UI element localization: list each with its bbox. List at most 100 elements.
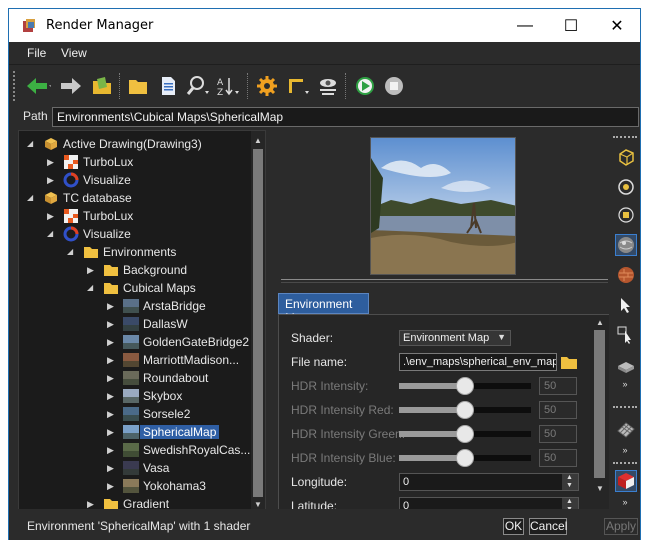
brick-sphere-icon[interactable] xyxy=(615,264,637,286)
expand-arrow-icon[interactable]: ▶ xyxy=(107,390,117,402)
hdr-red-slider[interactable] xyxy=(399,401,531,419)
collapse-arrow-icon[interactable]: ◢ xyxy=(47,228,57,240)
longitude-input[interactable]: 0 ▲ ▼ xyxy=(399,473,579,491)
close-button[interactable]: ✕ xyxy=(594,9,640,42)
grid-plane-icon[interactable] xyxy=(615,418,637,440)
tree-item[interactable]: ◢ Visualize xyxy=(19,225,251,243)
tree-item[interactable]: ◢ TC database xyxy=(19,189,251,207)
slider-knob[interactable] xyxy=(456,377,474,395)
tree-scroll-thumb[interactable] xyxy=(253,149,263,497)
more-icon[interactable]: » xyxy=(618,498,632,508)
expand-arrow-icon[interactable]: ▶ xyxy=(47,156,57,168)
toolbar-grip[interactable] xyxy=(613,406,637,408)
tree-item[interactable]: ▶ Yokohama3 xyxy=(19,477,251,495)
red-cube-icon[interactable] xyxy=(615,470,637,492)
expand-arrow-icon[interactable]: ▶ xyxy=(47,210,57,222)
tree-item[interactable]: ▶ MarriottMadison... xyxy=(19,351,251,369)
ok-button[interactable]: OK xyxy=(503,518,524,535)
pointer-icon[interactable] xyxy=(615,294,637,316)
scroll-up-icon[interactable]: ▲ xyxy=(593,315,607,329)
maximize-button[interactable]: ☐ xyxy=(548,9,594,42)
expand-arrow-icon[interactable]: ▶ xyxy=(107,318,117,330)
expand-arrow-icon[interactable]: ▶ xyxy=(87,264,97,276)
expand-arrow-icon[interactable]: ▶ xyxy=(107,372,117,384)
hdr-green-value[interactable]: 50 xyxy=(539,425,577,443)
tree-item[interactable]: ◢ Active Drawing(Drawing3) xyxy=(19,135,251,153)
collapse-arrow-icon[interactable]: ◢ xyxy=(27,138,37,150)
collapse-arrow-icon[interactable]: ◢ xyxy=(87,282,97,294)
spinner-icon[interactable]: ▲▼ xyxy=(562,474,578,490)
hdr-blue-value[interactable]: 50 xyxy=(539,449,577,467)
expand-arrow-icon[interactable]: ▶ xyxy=(107,336,117,348)
scroll-down-icon[interactable]: ▼ xyxy=(593,481,607,495)
menu-file[interactable]: File xyxy=(27,46,46,60)
tree-item[interactable]: ▶ ArstaBridge xyxy=(19,297,251,315)
tree-item[interactable]: ▶ DallasW xyxy=(19,315,251,333)
tab-environment-map[interactable]: Environment Map xyxy=(278,293,369,325)
cube-outline-icon[interactable] xyxy=(615,146,637,168)
apply-button[interactable]: Apply xyxy=(604,518,638,535)
document-icon[interactable] xyxy=(155,73,181,99)
hdr-green-slider[interactable] xyxy=(399,425,531,443)
path-input[interactable]: Environments\Cubical Maps\SphericalMap xyxy=(52,107,639,127)
hdr-intensity-value[interactable]: 50 xyxy=(539,377,577,395)
tree-item[interactable]: ▶ Background xyxy=(19,261,251,279)
tree-item[interactable]: ▶ SwedishRoyalCas... xyxy=(19,441,251,459)
tree-item[interactable]: ▶ TurboLux xyxy=(19,153,251,171)
tree-item[interactable]: ▶ Sorsele2 xyxy=(19,405,251,423)
resource-tree[interactable]: ▶ Gradient ▶ Yokohama3 ▶ Vasa ▶ SwedishRoyalCas… xyxy=(18,130,266,512)
sort-az-icon[interactable]: AZ xyxy=(215,73,241,99)
more-icon[interactable]: » xyxy=(618,446,632,456)
sphere-ring-icon[interactable] xyxy=(615,176,637,198)
preview-splitter[interactable] xyxy=(281,279,608,283)
filename-input[interactable]: .\env_maps\spherical_env_map xyxy=(399,353,557,371)
expand-arrow-icon[interactable]: ▶ xyxy=(107,408,117,420)
expand-arrow-icon[interactable]: ▶ xyxy=(107,426,117,438)
minimize-button[interactable]: — xyxy=(502,9,548,42)
hdr-red-value[interactable]: 50 xyxy=(539,401,577,419)
tree-item[interactable]: ▶ SphericalMap xyxy=(19,423,251,441)
tree-item[interactable]: ▶ Vasa xyxy=(19,459,251,477)
toolbar-grip[interactable] xyxy=(613,462,637,464)
expand-arrow-icon[interactable]: ▶ xyxy=(47,174,57,186)
search-icon[interactable] xyxy=(185,73,211,99)
pointer-box-icon[interactable] xyxy=(615,324,637,346)
shader-select[interactable]: Environment Map ▼ xyxy=(399,330,511,346)
browse-folder-icon[interactable] xyxy=(560,353,578,371)
expand-arrow-icon[interactable]: ▶ xyxy=(107,462,117,474)
tree-item[interactable]: ◢ Cubical Maps xyxy=(19,279,251,297)
folder-icon[interactable] xyxy=(125,73,151,99)
slider-knob[interactable] xyxy=(456,449,474,467)
eye-icon[interactable] xyxy=(315,73,341,99)
hdr-intensity-slider[interactable] xyxy=(399,377,531,395)
menu-view[interactable]: View xyxy=(61,46,87,60)
back-arrow-icon[interactable] xyxy=(25,73,51,99)
scroll-up-icon[interactable]: ▲ xyxy=(251,133,265,147)
slider-knob[interactable] xyxy=(456,401,474,419)
slab-icon[interactable] xyxy=(615,354,637,376)
tree-item[interactable]: ▶ Visualize xyxy=(19,171,251,189)
properties-scrollbar[interactable]: ▲ ▼ xyxy=(591,315,608,511)
tree-item[interactable]: ◢ Environments xyxy=(19,243,251,261)
collapse-arrow-icon[interactable]: ◢ xyxy=(27,192,37,204)
forward-arrow-icon[interactable] xyxy=(59,73,85,99)
properties-scroll-thumb[interactable] xyxy=(594,330,605,478)
open-folder-icon[interactable] xyxy=(89,73,115,99)
toolbar-grip[interactable] xyxy=(13,71,17,101)
small-cube-icon[interactable] xyxy=(615,204,637,226)
gear-icon[interactable] xyxy=(254,73,280,99)
hdr-blue-slider[interactable] xyxy=(399,449,531,467)
expand-arrow-icon[interactable]: ▶ xyxy=(107,300,117,312)
expand-arrow-icon[interactable]: ▶ xyxy=(107,480,117,492)
more-icon[interactable]: » xyxy=(618,380,632,390)
textured-sphere-icon[interactable] xyxy=(615,234,637,256)
cancel-button[interactable]: Cancel xyxy=(529,518,567,535)
tree-item[interactable]: ▶ GoldenGateBridge2 xyxy=(19,333,251,351)
toolbar-grip[interactable] xyxy=(613,136,637,138)
slider-knob[interactable] xyxy=(456,425,474,443)
play-icon[interactable] xyxy=(352,73,378,99)
expand-arrow-icon[interactable]: ▶ xyxy=(107,444,117,456)
tree-scrollbar[interactable]: ▲ ▼ xyxy=(251,131,265,511)
tree-item[interactable]: ▶ Skybox xyxy=(19,387,251,405)
crop-icon[interactable] xyxy=(285,73,311,99)
